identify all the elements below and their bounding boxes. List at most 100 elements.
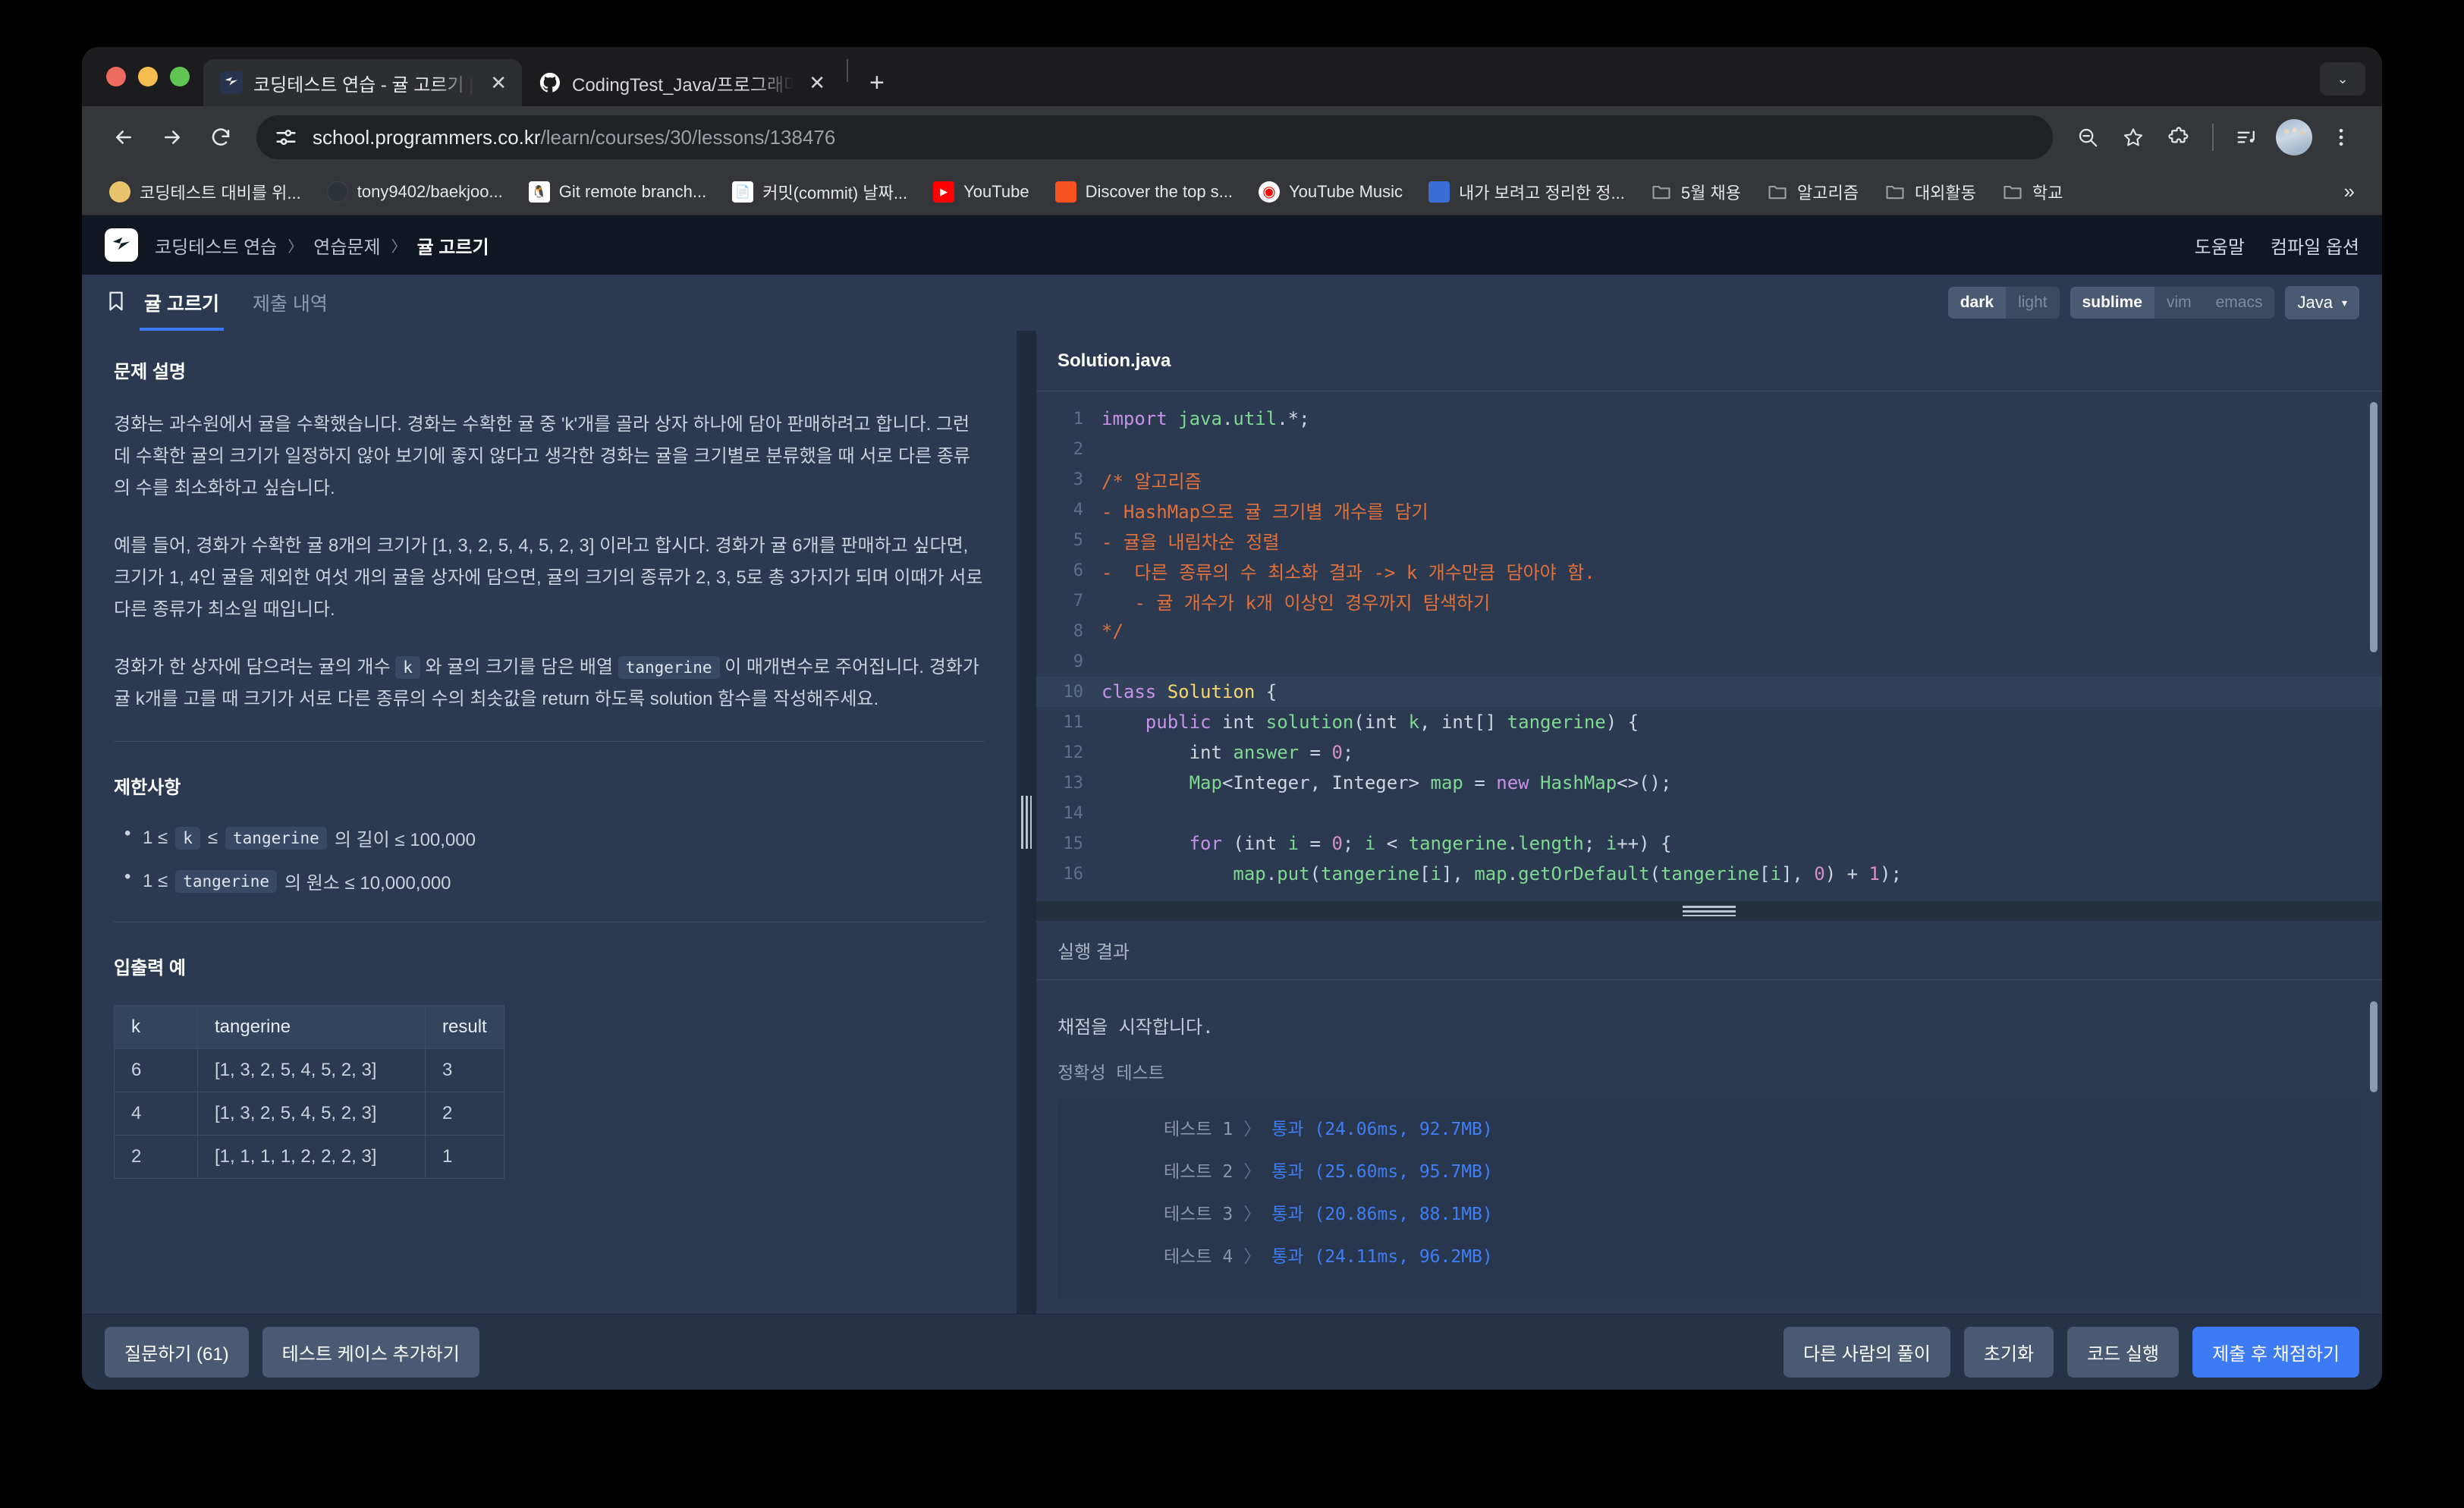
breadcrumb-level-1[interactable]: 코딩테스트 연습 [155,232,277,259]
code-line-text: - 귤을 내림차순 정렬 [1102,531,1280,553]
list-item: 테스트 1 〉 통과 (24.06ms, 92.7MB) [1164,1114,2361,1140]
code-line-text: public int solution(int k, int[] tangeri… [1145,712,1639,733]
result-heading: 실행 결과 [1036,921,2382,980]
site-info-icon[interactable] [273,124,299,150]
inline-code: k [175,826,200,850]
bookmark-label: 코딩테스트 대비를 위... [140,183,301,203]
cell-result: 3 [425,1048,504,1092]
add-test-case-button[interactable]: 테스트 케이스 추가하기 [262,1327,479,1378]
reload-icon[interactable] [199,115,243,159]
bookmark-item[interactable]: ▶ YouTube [922,175,1039,209]
theme-dark-option[interactable]: dark [1947,287,2007,319]
run-code-button[interactable]: 코드 실행 [2067,1327,2180,1378]
code-line: 13 Map<Integer, Integer> map = new HashM… [1036,768,2382,798]
language-select[interactable]: Java ▾ [2285,286,2359,319]
editor-filename: Solution.java [1036,331,2382,391]
vertical-splitter[interactable] [1017,331,1036,1314]
bookmark-folder[interactable]: 학교 [1991,174,2073,210]
bookmark-star-icon[interactable] [2112,116,2154,159]
address-bar[interactable]: school.programmers.co.kr/learn/courses/3… [256,115,2053,159]
minimize-window-button[interactable] [138,67,158,86]
bookmark-item[interactable]: 📄 커밋(commit) 날짜... [721,174,918,210]
code-line: 6 - 다른 종류의 수 최소화 결과 -> k 개수만큼 담아야 함. [1036,555,2382,586]
bookmark-item[interactable]: 코딩테스트 대비를 위... [99,174,312,210]
column-header-k: k [114,1005,198,1049]
theme-light-option[interactable]: light [2006,287,2060,319]
new-tab-button[interactable]: + [854,70,900,106]
editor-vertical-scrollbar[interactable] [2370,402,2378,652]
close-icon[interactable]: ✕ [804,73,830,93]
chevron-down-icon[interactable]: ⌄ [2320,62,2365,96]
cell-tangerine: [1, 3, 2, 5, 4, 5, 2, 3] [197,1092,426,1136]
bookmark-folder[interactable]: 대외활동 [1874,174,1987,210]
keymap-sublime-option[interactable]: sublime [2070,287,2154,319]
tab-problem[interactable]: 귤 고르기 [140,275,224,331]
tab-divider [847,59,848,82]
reset-button[interactable]: 초기화 [1963,1327,2054,1378]
maximize-window-button[interactable] [170,67,190,86]
code-editor[interactable]: 1 import java.util.*; 2 3 /* 알고리즘 4 - HashMap으… [1036,391,2382,901]
code-line-text: int answer = 0; [1189,742,1354,763]
other-solutions-button[interactable]: 다른 사람의 풀이 [1783,1327,1950,1378]
url-path: /learn/courses/30/lessons/138476 [540,125,836,149]
line-number: 2 [1073,439,1083,459]
browser-toolbar: school.programmers.co.kr/learn/courses/3… [82,106,2382,168]
media-list-icon[interactable] [2226,116,2268,159]
bookmark-item[interactable]: 내가 보려고 정리한 정... [1418,174,1636,210]
line-number: 7 [1073,591,1083,611]
url-host: school.programmers.co.kr [313,125,541,149]
bookmark-item[interactable]: 🐧 Git remote branch... [518,175,717,209]
avatar[interactable] [2276,119,2312,156]
horizontal-splitter[interactable] [1036,901,2382,921]
cell-k: 2 [114,1135,198,1179]
help-link[interactable]: 도움말 [2195,232,2245,259]
result-console: 테스트 1 〉 통과 (24.06ms, 92.7MB) 테스트 2 〉 통과 (25.… [1058,1099,2361,1299]
browser-tab-0[interactable]: 코딩테스트 연습 - 귤 고르기 | 프로 ✕ [203,59,522,106]
site-header: 코딩테스트 연습 〉 연습문제 〉 귤 고르기 도움말 컴파일 옵션 [82,215,2382,275]
column-header-tangerine: tangerine [197,1005,426,1049]
code-line: 15 for (int i = 0; i < tangerine.length;… [1036,828,2382,859]
line-number: 11 [1063,712,1084,732]
browser-tab-1[interactable]: CodingTest_Java/프로그래머스/ ✕ [522,59,841,106]
close-window-button[interactable] [106,67,126,86]
yellow-circle-icon [109,181,130,203]
bookmark-item[interactable]: Discover the top s... [1045,175,1243,209]
list-item: 1 ≤ k ≤ tangerine 의 길이 ≤ 100,000 [114,823,985,851]
constraint-part-2: ≤ [207,827,218,848]
close-icon[interactable]: ✕ [486,73,511,93]
result-vertical-scrollbar[interactable] [2370,1001,2378,1092]
ask-question-button[interactable]: 질문하기 (61) [105,1327,249,1378]
back-arrow-icon[interactable] [102,115,146,159]
keymap-toggle-group: sublime vim emacs [2070,287,2275,319]
cell-tangerine: [1, 1, 1, 1, 2, 2, 2, 3] [197,1135,426,1179]
io-examples-table: k tangerine result 6 [1, 3, 2, 5, 4, 5, … [114,1005,504,1179]
penguin-icon: 🐧 [528,181,550,203]
three-dot-menu-icon[interactable] [2320,116,2362,159]
github-icon [539,71,561,94]
keymap-vim-option[interactable]: vim [2154,287,2204,319]
bookmark-flag-icon[interactable] [105,290,127,316]
programmers-logo[interactable] [105,228,138,262]
breadcrumb-level-2[interactable]: 연습문제 [313,232,380,259]
submit-button[interactable]: 제출 후 채점하기 [2192,1327,2359,1378]
code-line-text: - 귤 개수가 k개 이상인 경우까지 탐색하기 [1102,592,1491,614]
list-item: 1 ≤ tangerine 의 원소 ≤ 10,000,000 [114,866,985,894]
tab-submission-history[interactable]: 제출 내역 [248,275,332,331]
extensions-icon[interactable] [2158,116,2200,159]
compile-options-link[interactable]: 컴파일 옵션 [2271,232,2359,259]
test-case-status: 통과 (24.06ms, 92.7MB) [1271,1120,1493,1139]
forward-arrow-icon[interactable] [150,115,194,159]
bookmark-item[interactable]: ◉ YouTube Music [1248,175,1413,209]
bookmark-folder[interactable]: 알고리즘 [1756,174,1869,210]
bookmark-folder[interactable]: 5월 채용 [1640,174,1752,210]
chevron-right-icon: 〉 [1243,1205,1262,1224]
keymap-emacs-option[interactable]: emacs [2203,287,2275,319]
browser-window: 코딩테스트 연습 - 귤 고르기 | 프로 ✕ CodingTest_Java/… [82,47,2382,1390]
bookmarks-overflow-button[interactable]: » [2334,180,2365,203]
bookmark-label: 알고리즘 [1796,183,1859,203]
column-header-result: result [425,1005,504,1049]
folder-icon [1651,181,1672,203]
zoom-out-icon[interactable] [2066,116,2109,159]
bookmark-label: tony9402/baekjoo... [357,181,503,201]
bookmark-item[interactable]: tony9402/baekjoo... [316,175,514,209]
